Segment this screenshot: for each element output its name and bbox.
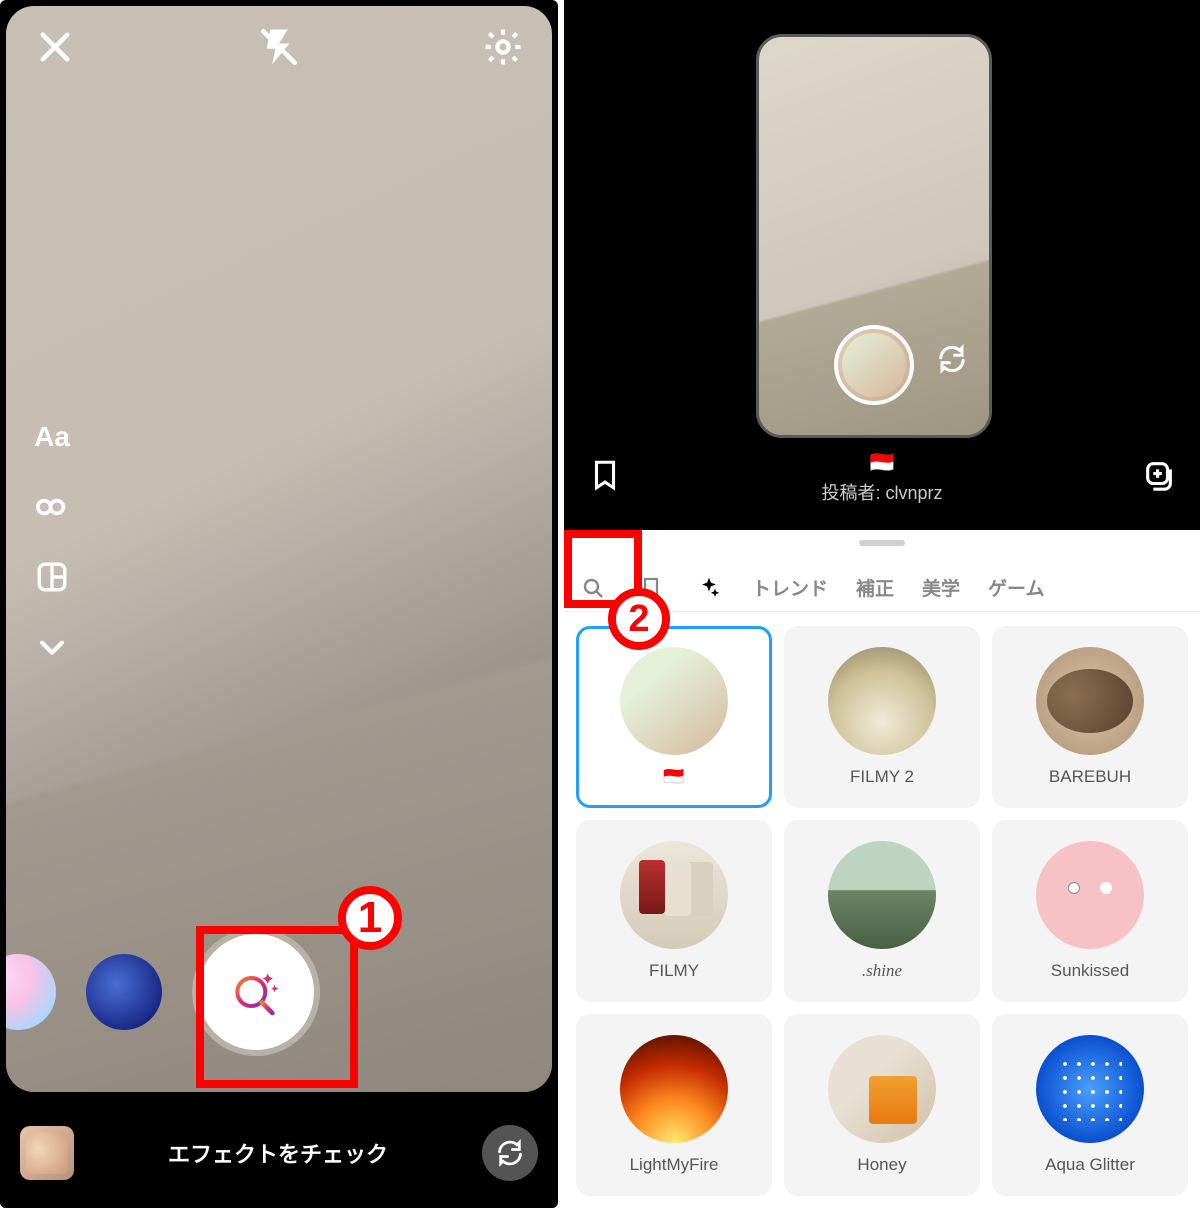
effect-card[interactable]: .shine xyxy=(784,820,980,1002)
effect-label: FILMY 2 xyxy=(850,767,914,787)
effect-thumb xyxy=(620,1035,728,1143)
effect-gallery-panel: 🇮🇩 投稿者: clvnprz トレンド 補正 xyxy=(564,0,1200,1208)
tab-trend[interactable]: トレンド xyxy=(738,564,842,611)
effect-label: BAREBUH xyxy=(1049,767,1131,787)
effect-bubble-galaxy[interactable] xyxy=(86,954,162,1030)
effect-thumb xyxy=(1036,647,1144,755)
effect-meta-row: 🇮🇩 投稿者: clvnprz xyxy=(564,450,1200,505)
effect-thumb xyxy=(828,841,936,949)
effect-label: Aqua Glitter xyxy=(1045,1155,1135,1175)
effects-grid: 🇮🇩 FILMY 2 BAREBUH FILMY .shine xyxy=(564,612,1200,1210)
effect-label: 🇮🇩 xyxy=(663,767,684,787)
effect-thumb xyxy=(828,1035,936,1143)
effect-card[interactable]: Honey xyxy=(784,1014,980,1196)
effect-label: Sunkissed xyxy=(1051,961,1129,981)
effect-card[interactable]: LightMyFire xyxy=(576,1014,772,1196)
effect-label: Honey xyxy=(857,1155,906,1175)
effect-card[interactable]: FILMY 2 xyxy=(784,626,980,808)
layout-icon[interactable] xyxy=(30,561,74,593)
effect-thumb xyxy=(620,841,728,949)
gallery-button[interactable] xyxy=(20,1126,74,1180)
effect-title-block: 🇮🇩 投稿者: clvnprz xyxy=(622,450,1142,505)
text-tool[interactable]: Aa xyxy=(30,421,74,453)
close-icon[interactable] xyxy=(34,26,76,73)
effect-card[interactable]: Aqua Glitter xyxy=(992,1014,1188,1196)
save-effect-icon[interactable] xyxy=(588,458,622,497)
annotation-box-1 xyxy=(196,926,358,1088)
boomerang-icon[interactable] xyxy=(30,491,74,523)
camera-bottom-bar: エフェクトをチェック xyxy=(0,1098,558,1208)
effect-preview xyxy=(756,34,992,438)
sparkle-icon xyxy=(697,576,721,600)
switch-camera-button[interactable] xyxy=(482,1125,538,1181)
tab-aesthetic[interactable]: 美学 xyxy=(908,564,974,611)
sheet-handle[interactable] xyxy=(859,540,905,546)
story-camera-panel: Aa xyxy=(0,0,558,1208)
effect-label: FILMY xyxy=(649,961,699,981)
chevron-down-icon[interactable] xyxy=(30,631,74,663)
effect-author: 投稿者: clvnprz xyxy=(821,483,942,503)
tab-correction[interactable]: 補正 xyxy=(842,564,908,611)
camera-top-bar xyxy=(6,26,552,73)
effect-bubble-pastel[interactable] xyxy=(6,954,56,1030)
effect-card[interactable]: 🇮🇩 xyxy=(576,626,772,808)
effect-thumb xyxy=(1036,1035,1144,1143)
check-effects-label[interactable]: エフェクトをチェック xyxy=(74,1137,482,1169)
effect-thumb xyxy=(1036,841,1144,949)
annotation-badge-2: 2 xyxy=(608,588,670,650)
preview-shutter[interactable] xyxy=(834,325,914,405)
effect-label: .shine xyxy=(862,961,902,981)
effect-flag: 🇮🇩 xyxy=(622,450,1142,475)
camera-side-tools: Aa xyxy=(30,421,74,663)
effect-card[interactable]: FILMY xyxy=(576,820,772,1002)
switch-camera-icon[interactable] xyxy=(937,344,967,379)
effect-card[interactable]: BAREBUH xyxy=(992,626,1188,808)
flash-off-icon[interactable] xyxy=(258,26,300,73)
tab-game[interactable]: ゲーム xyxy=(974,564,1058,611)
annotation-badge-1: 1 xyxy=(338,886,402,950)
effect-thumb xyxy=(828,647,936,755)
settings-icon[interactable] xyxy=(482,26,524,73)
sparkle-tab[interactable] xyxy=(680,566,738,610)
effect-thumb xyxy=(620,647,728,755)
effect-card[interactable]: Sunkissed xyxy=(992,820,1188,1002)
effect-label: LightMyFire xyxy=(630,1155,719,1175)
add-to-collection-icon[interactable] xyxy=(1142,458,1176,497)
